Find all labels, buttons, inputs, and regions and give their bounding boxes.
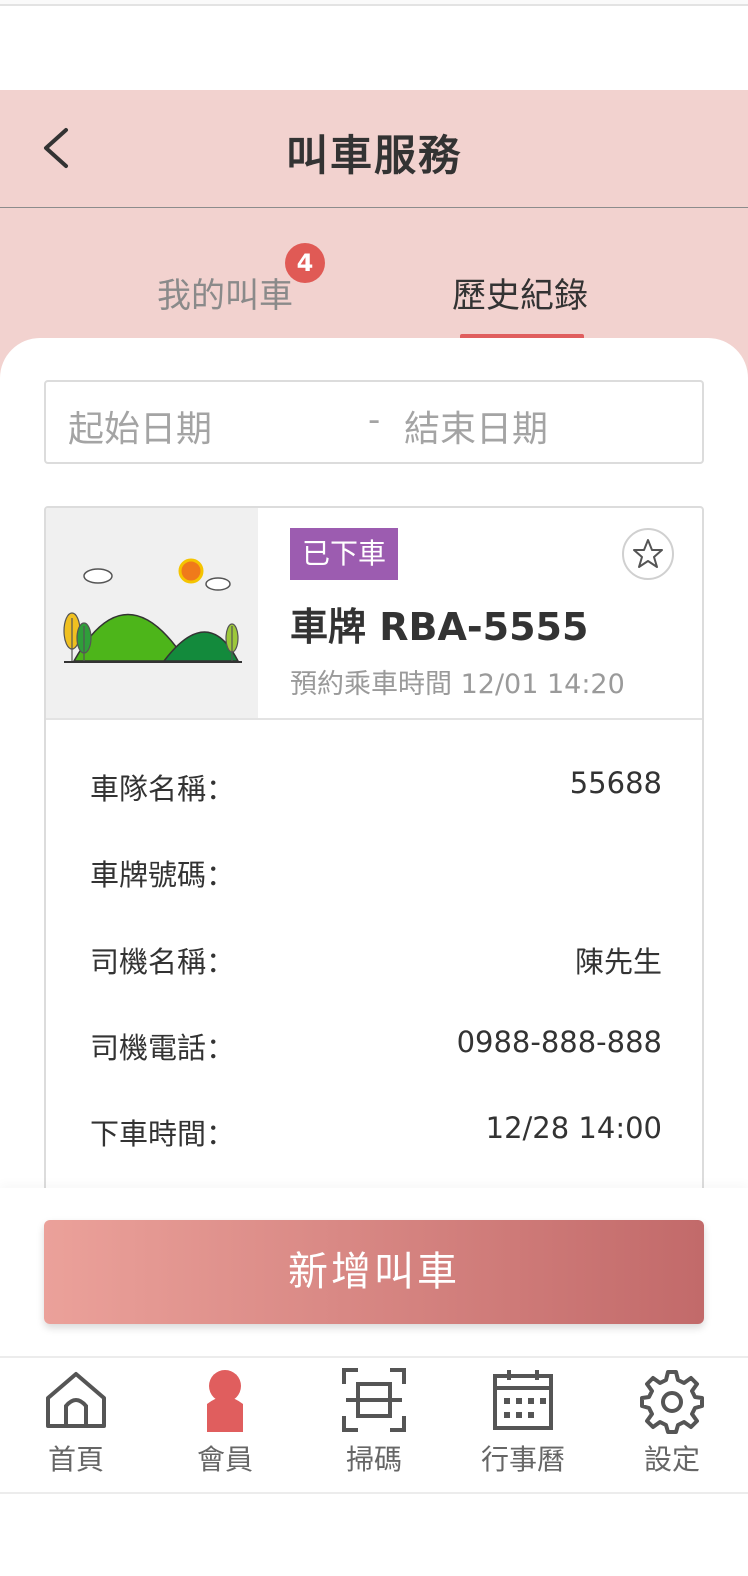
add-ride-button[interactable]: 新增叫車	[44, 1220, 704, 1324]
end-date-field[interactable]: 結束日期	[404, 400, 548, 452]
start-date-field[interactable]: 起始日期	[68, 400, 212, 452]
detail-value: 55688	[569, 766, 662, 800]
status-badge: 已下車	[290, 528, 398, 580]
nav-member[interactable]: 會員	[165, 1358, 285, 1494]
nav-calendar[interactable]: 行事曆	[463, 1358, 583, 1494]
detail-value: 12/28 14:00	[485, 1111, 662, 1145]
bottom-nav: 首頁 會員 掃碼 行事曆 設定	[0, 1356, 748, 1494]
detail-row-phone: 司機電話： 0988-888-888	[90, 1025, 662, 1065]
detail-label: 車牌號碼：	[90, 858, 236, 892]
date-separator: -	[368, 400, 381, 440]
plate-title: 車牌 RBA-5555	[290, 605, 589, 649]
tab-my-rides[interactable]: 我的叫車	[157, 268, 293, 317]
landscape-icon	[63, 558, 242, 663]
star-icon	[633, 539, 663, 568]
favorite-button[interactable]	[622, 528, 674, 580]
detail-row-dropoff: 下車時間： 12/28 14:00	[90, 1111, 662, 1151]
detail-label: 司機名稱：	[90, 945, 236, 979]
detail-label: 下車時間：	[90, 1117, 236, 1151]
nav-label: 會員	[196, 1443, 253, 1476]
nav-home[interactable]: 首頁	[16, 1358, 136, 1494]
ride-illustration	[46, 508, 258, 718]
detail-label: 司機電話：	[90, 1031, 236, 1065]
app-header: 叫車服務	[0, 90, 748, 208]
scheduled-time: 預約乘車時間 12/01 14:20	[290, 669, 625, 700]
nav-label: 掃碼	[345, 1443, 402, 1476]
nav-label: 行事曆	[480, 1443, 565, 1476]
nav-scan[interactable]: 掃碼	[314, 1358, 434, 1494]
ride-card[interactable]: 已下車 車牌 RBA-5555 預約乘車時間 12/01 14:20 車隊名稱：…	[44, 506, 704, 1226]
detail-label: 車隊名稱：	[90, 772, 236, 806]
detail-row-plate: 車牌號碼：	[90, 852, 662, 892]
detail-value: 0988-888-888	[456, 1025, 662, 1059]
scan-icon	[342, 1368, 406, 1432]
date-range-filter[interactable]: 起始日期 - 結束日期	[44, 380, 704, 464]
page-title: 叫車服務	[285, 131, 462, 180]
divider	[46, 718, 702, 720]
status-bar	[0, 0, 748, 6]
tab-history[interactable]: 歷史紀錄	[452, 268, 588, 317]
gear-icon	[640, 1370, 704, 1434]
nav-settings[interactable]: 設定	[612, 1358, 732, 1494]
tab-count-badge: 4	[285, 243, 325, 283]
calendar-icon	[493, 1370, 553, 1430]
detail-row-driver: 司機名稱： 陳先生	[90, 939, 662, 979]
detail-value: 陳先生	[574, 945, 662, 979]
nav-label: 設定	[643, 1443, 700, 1476]
nav-label: 首頁	[47, 1443, 104, 1476]
detail-row-fleet: 車隊名稱： 55688	[90, 766, 662, 806]
member-icon	[207, 1370, 243, 1432]
home-icon	[46, 1372, 106, 1428]
